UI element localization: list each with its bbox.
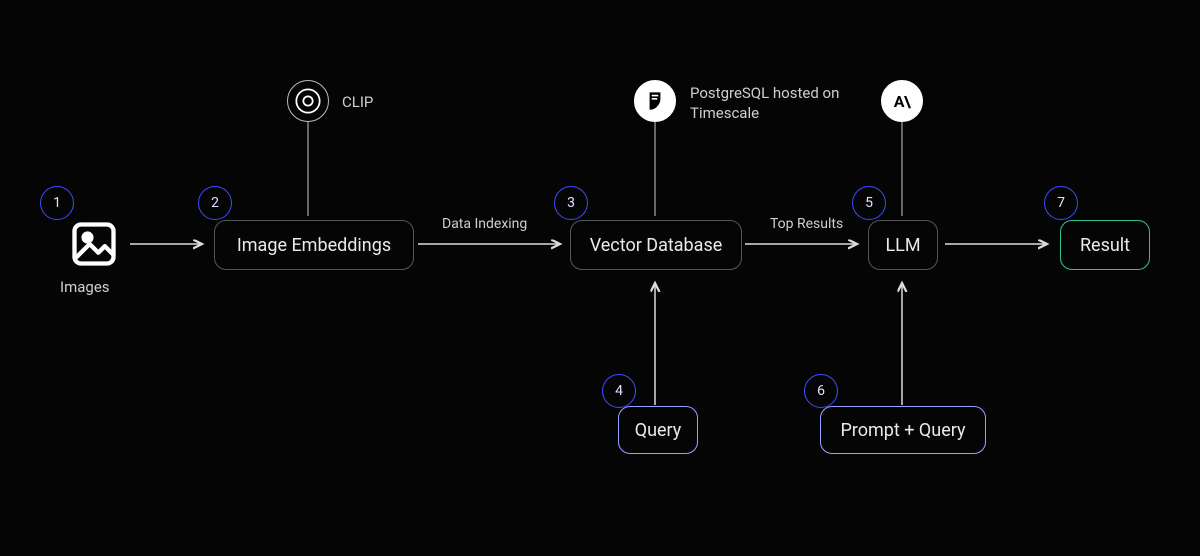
node-vector-database: Vector Database: [570, 220, 742, 270]
node-prompt-query: Prompt + Query: [820, 406, 986, 454]
arrow-vectordb-to-llm: [745, 238, 865, 250]
node-llm: LLM: [868, 220, 938, 270]
anthropic-glyph: A\: [894, 92, 911, 111]
badge-6: 6: [804, 374, 838, 408]
edge-label-indexing: Data Indexing: [442, 216, 527, 232]
images-caption: Images: [60, 278, 110, 296]
badge-2: 2: [198, 186, 232, 220]
clip-label: CLIP: [342, 93, 373, 111]
arrow-llm-to-result: [945, 238, 1055, 250]
node-query: Query: [618, 406, 698, 454]
diagram-canvas: 1 Images Image Embeddings 2 CLIP Data In…: [0, 0, 1200, 556]
timescale-label: PostgreSQL hosted on Timescale: [690, 84, 850, 123]
arrow-embeddings-to-vectordb: [418, 238, 568, 250]
images-icon: [68, 218, 120, 270]
badge-1: 1: [40, 186, 74, 220]
badge-3: 3: [554, 186, 588, 220]
timescale-icon: [634, 80, 676, 122]
clip-icon: [287, 80, 329, 122]
arrow-prompt-to-llm: [895, 275, 909, 405]
node-result: Result: [1060, 220, 1150, 270]
vertical-line-clip: [307, 120, 309, 216]
edge-label-top-results: Top Results: [770, 216, 843, 232]
anthropic-icon: A\: [881, 80, 923, 122]
badge-4: 4: [602, 374, 636, 408]
arrow-query-to-vectordb: [648, 275, 662, 405]
node-image-embeddings: Image Embeddings: [214, 220, 414, 270]
vertical-line-anthropic: [901, 120, 903, 216]
vertical-line-timescale: [654, 120, 656, 216]
arrow-images-to-embeddings: [130, 238, 210, 250]
badge-7: 7: [1044, 186, 1078, 220]
badge-5: 5: [852, 186, 886, 220]
